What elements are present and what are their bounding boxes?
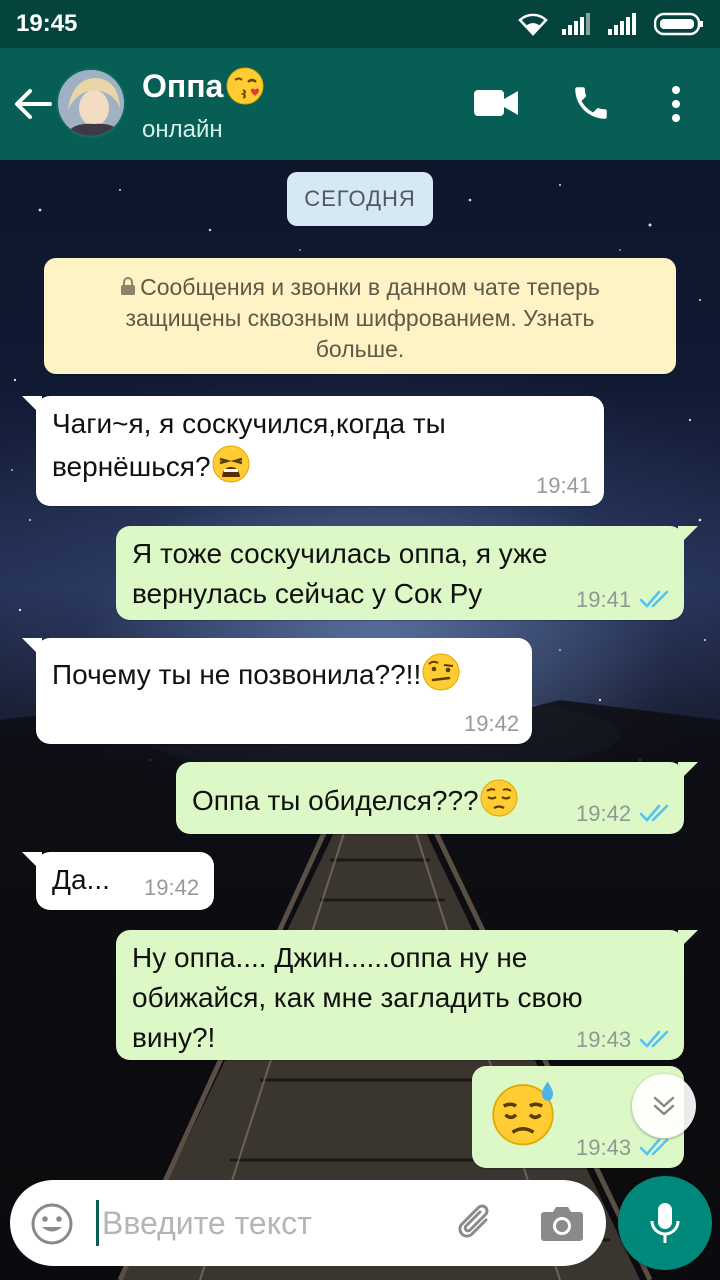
message-incoming[interactable]: Да... 19:42 — [22, 852, 214, 910]
message-text: Чаги~я, я соскучился,когда ты вернёшься? — [52, 404, 446, 487]
message-time: 19:43 — [576, 1135, 632, 1160]
pensive-face-icon — [480, 779, 518, 817]
microphone-icon — [650, 1203, 680, 1243]
message-time: 19:41 — [576, 587, 632, 612]
status-bar: 19:45 — [0, 0, 720, 48]
paperclip-icon[interactable] — [452, 1198, 502, 1248]
message-time: 19:42 — [144, 875, 200, 900]
weary-face-icon — [212, 445, 250, 483]
more-options-icon[interactable] — [664, 84, 688, 124]
read-receipt-icon — [640, 590, 669, 608]
wifi-icon — [518, 13, 548, 36]
bubble-tail — [678, 762, 698, 782]
message-text: Ну оппа.... Джин......оппа ну не обижайс… — [132, 942, 583, 1053]
signal-icon-2 — [608, 13, 636, 35]
phone-call-icon[interactable] — [570, 82, 612, 124]
video-call-icon[interactable] — [474, 88, 518, 118]
face-blowing-kiss-icon — [226, 67, 264, 105]
bubble-tail — [678, 930, 698, 950]
message-outgoing[interactable]: Ну оппа.... Джин......оппа ну не обижайс… — [116, 930, 698, 1060]
status-time: 19:45 — [16, 10, 78, 37]
encryption-notice-text: Сообщения и звонки в данном чате теперь … — [125, 274, 600, 362]
contact-avatar[interactable] — [56, 68, 126, 138]
message-time: 19:42 — [576, 801, 632, 826]
read-receipt-icon — [640, 1030, 669, 1048]
message-incoming[interactable]: Чаги~я, я соскучился,когда ты вернёшься?… — [22, 396, 604, 506]
message-text: Я тоже соскучилась оппа, я уже вернулась… — [132, 538, 548, 609]
message-text: Да... — [52, 864, 110, 895]
contact-name[interactable]: Оппа — [142, 66, 265, 106]
bubble-tail — [22, 852, 42, 872]
date-chip: СЕГОДНЯ — [287, 172, 433, 226]
message-list[interactable]: СЕГОДНЯ Сообщения и звонки в данном чате… — [0, 160, 720, 1170]
downcast-sweat-face-icon — [492, 1081, 554, 1146]
battery-icon — [654, 12, 703, 36]
message-time: 19:43 — [576, 1027, 632, 1052]
signal-icon-1 — [562, 13, 590, 35]
message-incoming[interactable]: Почему ты не позвонила??!! 19:42 — [22, 638, 532, 744]
voice-message-button[interactable] — [618, 1176, 712, 1270]
message-outgoing[interactable]: Я тоже соскучилась оппа, я уже вернулась… — [116, 526, 698, 620]
read-receipt-icon — [640, 1138, 669, 1156]
message-text: Почему ты не позвонила??!! — [52, 652, 461, 695]
chat-header: Оппа онлайн — [0, 48, 720, 160]
emoji-icon[interactable] — [30, 1202, 74, 1246]
back-arrow-icon[interactable] — [12, 86, 52, 122]
camera-icon[interactable] — [540, 1204, 584, 1242]
contact-name-text: Оппа — [142, 67, 224, 104]
lock-icon — [121, 277, 136, 295]
bubble-tail — [22, 396, 42, 416]
message-text-body: Почему ты не позвонила??!! — [52, 659, 422, 690]
raised-eyebrow-face-icon — [422, 653, 460, 691]
message-text: Оппа ты обиделся??? — [192, 778, 519, 821]
encryption-notice[interactable]: Сообщения и звонки в данном чате теперь … — [44, 258, 676, 374]
message-input[interactable] — [102, 1202, 432, 1244]
message-time: 19:41 — [536, 473, 592, 498]
message-composer — [10, 1180, 606, 1266]
scroll-to-bottom-button[interactable] — [632, 1074, 696, 1138]
message-outgoing[interactable]: Оппа ты обиделся??? 19:42 — [176, 762, 698, 834]
bubble-tail — [22, 638, 42, 658]
avatar-photo — [58, 70, 124, 136]
status-icons — [518, 12, 704, 36]
message-time: 19:42 — [464, 711, 520, 736]
bubble-tail — [678, 526, 698, 546]
read-receipt-icon — [640, 804, 669, 822]
message-text-body: Оппа ты обиделся??? — [192, 785, 479, 816]
contact-status: онлайн — [142, 116, 223, 143]
double-chevron-down-icon — [653, 1096, 675, 1116]
text-cursor — [96, 1200, 99, 1246]
